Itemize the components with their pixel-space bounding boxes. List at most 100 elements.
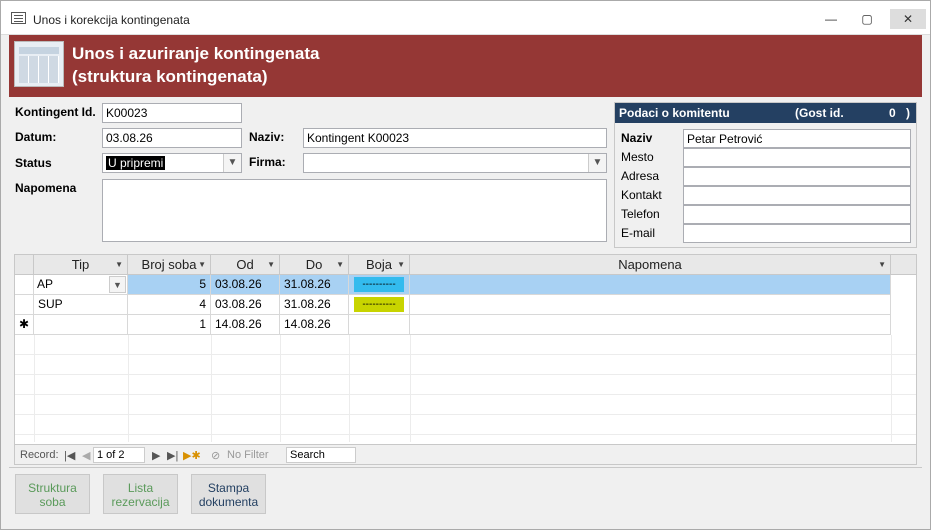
column-header-tip[interactable]: Tip ▼: [34, 255, 128, 275]
row-selector[interactable]: [15, 275, 34, 295]
stampa-dokumenta-button[interactable]: Stampa dokumenta: [191, 474, 266, 514]
guest-id-value: 0: [889, 106, 896, 120]
client-naziv-label: Naziv: [621, 131, 653, 145]
status-label: Status: [15, 156, 52, 170]
form-icon: [11, 12, 26, 24]
table-row[interactable]: SUP 4 03.08.26 31.08.26 ----------: [15, 295, 916, 315]
window-title: Unos i korekcija kontingenata: [33, 13, 190, 27]
client-adresa-label: Adresa: [621, 169, 660, 183]
empty-grid-row: [15, 335, 916, 355]
column-dropdown-icon[interactable]: ▼: [397, 255, 405, 275]
tip-cell[interactable]: [34, 315, 128, 335]
record-position-field[interactable]: 1 of 2: [93, 447, 145, 463]
column-dropdown-icon[interactable]: ▼: [198, 255, 206, 275]
broj-soba-cell[interactable]: 5: [128, 275, 211, 295]
empty-grid-row: [15, 355, 916, 375]
napomena-textarea[interactable]: [102, 179, 607, 242]
kontingent-label: Kontingent Id.: [15, 105, 96, 119]
boja-cell[interactable]: [349, 315, 410, 335]
client-naziv-field[interactable]: Petar Petrović: [683, 129, 911, 148]
client-telefon-label: Telefon: [621, 207, 660, 221]
column-label: Boja: [365, 257, 393, 272]
napomena-cell[interactable]: [410, 275, 891, 295]
od-cell[interactable]: 03.08.26: [211, 275, 280, 295]
column-label: Broj soba: [141, 257, 197, 272]
title-bar: Unos i korekcija kontingenata — ▢ ✕: [1, 1, 930, 35]
row-selector[interactable]: [15, 295, 34, 315]
boja-cell[interactable]: ----------: [349, 275, 410, 295]
chevron-down-icon[interactable]: ▼: [588, 154, 606, 172]
last-record-icon[interactable]: ▶|: [167, 449, 178, 462]
boja-cell[interactable]: ----------: [349, 295, 410, 315]
datasheet-subform: Tip ▼ Broj soba ▼ Od ▼ Do ▼ Boja ▼ Napomena ▼ …: [14, 254, 917, 465]
grid-divider: [410, 335, 411, 442]
new-record-nav-icon[interactable]: ▶✱: [183, 449, 201, 462]
do-cell[interactable]: 14.08.26: [280, 315, 349, 335]
guest-id-label: (Gost id.: [795, 106, 844, 120]
color-swatch: ----------: [354, 297, 404, 312]
form-title-line1: Unos i azuriranje kontingenata: [72, 44, 320, 63]
column-dropdown-icon[interactable]: ▼: [267, 255, 275, 275]
broj-soba-cell[interactable]: 4: [128, 295, 211, 315]
access-form-window: Unos i korekcija kontingenata — ▢ ✕ Unos…: [0, 0, 931, 530]
column-dropdown-icon[interactable]: ▼: [115, 255, 123, 275]
filter-icon[interactable]: ⊘: [211, 449, 220, 462]
client-mesto-field[interactable]: [683, 148, 911, 167]
od-cell[interactable]: 14.08.26: [211, 315, 280, 335]
divider: [9, 467, 922, 468]
naziv-label: Naziv:: [249, 130, 285, 144]
grid-divider: [349, 335, 350, 442]
client-kontakt-field[interactable]: [683, 186, 911, 205]
chevron-down-icon[interactable]: ▼: [223, 154, 241, 172]
search-input[interactable]: Search: [286, 447, 356, 463]
close-button[interactable]: ✕: [890, 9, 926, 29]
do-cell[interactable]: 31.08.26: [280, 275, 349, 295]
next-record-icon[interactable]: ▶: [152, 449, 160, 462]
napomena-cell[interactable]: [410, 295, 891, 315]
napomena-cell[interactable]: [410, 315, 891, 335]
naziv-field[interactable]: Kontingent K00023: [303, 128, 607, 148]
client-panel-header: Podaci o komitentu (Gost id. 0 ): [615, 103, 916, 123]
datum-field[interactable]: 03.08.26: [102, 128, 242, 148]
empty-grid-row: [15, 375, 916, 395]
record-navigator: Record: |◀ ◀ 1 of 2 ▶ ▶| ▶✱ ⊘ No Filter …: [15, 444, 916, 464]
status-combo[interactable]: U pripremi ▼: [102, 153, 242, 173]
table-logo-icon: [14, 41, 64, 87]
grid-divider: [34, 335, 35, 442]
column-dropdown-icon[interactable]: ▼: [336, 255, 344, 275]
color-swatch: ----------: [354, 277, 404, 292]
client-email-field[interactable]: [683, 224, 911, 243]
record-label: Record:: [20, 449, 59, 461]
lista-rezervacija-button[interactable]: Lista rezervacija: [103, 474, 178, 514]
client-adresa-field[interactable]: [683, 167, 911, 186]
tip-cell[interactable]: SUP: [34, 295, 128, 315]
prev-record-icon[interactable]: ◀: [82, 449, 90, 462]
column-header-od[interactable]: Od ▼: [211, 255, 280, 275]
client-telefon-field[interactable]: [683, 205, 911, 224]
empty-grid-row: [15, 395, 916, 415]
do-cell[interactable]: 31.08.26: [280, 295, 349, 315]
table-row-new[interactable]: ✱ 1 14.08.26 14.08.26: [15, 315, 916, 335]
client-panel-title: Podaci o komitentu: [619, 106, 730, 120]
kontingent-id-field[interactable]: K00023: [102, 103, 242, 123]
column-header-do[interactable]: Do ▼: [280, 255, 349, 275]
grid-divider: [128, 335, 129, 442]
chevron-down-icon[interactable]: ▼: [109, 276, 126, 293]
minimize-button[interactable]: —: [818, 9, 844, 29]
select-all-cell[interactable]: [15, 255, 34, 275]
tip-combo[interactable]: AP ▼: [34, 275, 128, 295]
table-row[interactable]: AP ▼ 5 03.08.26 31.08.26 ----------: [15, 275, 916, 295]
od-cell[interactable]: 03.08.26: [211, 295, 280, 315]
first-record-icon[interactable]: |◀: [64, 449, 75, 462]
column-header-broj-soba[interactable]: Broj soba ▼: [128, 255, 211, 275]
column-dropdown-icon[interactable]: ▼: [878, 255, 886, 275]
column-header-boja[interactable]: Boja ▼: [349, 255, 410, 275]
no-filter-label[interactable]: No Filter: [227, 449, 269, 461]
column-header-napomena[interactable]: Napomena ▼: [410, 255, 891, 275]
tip-value: AP: [37, 277, 54, 291]
maximize-button[interactable]: ▢: [854, 9, 880, 29]
firma-combo[interactable]: ▼: [303, 153, 607, 173]
column-label: Tip: [71, 257, 90, 272]
struktura-soba-button[interactable]: Struktura soba: [15, 474, 90, 514]
broj-soba-cell[interactable]: 1: [128, 315, 211, 335]
